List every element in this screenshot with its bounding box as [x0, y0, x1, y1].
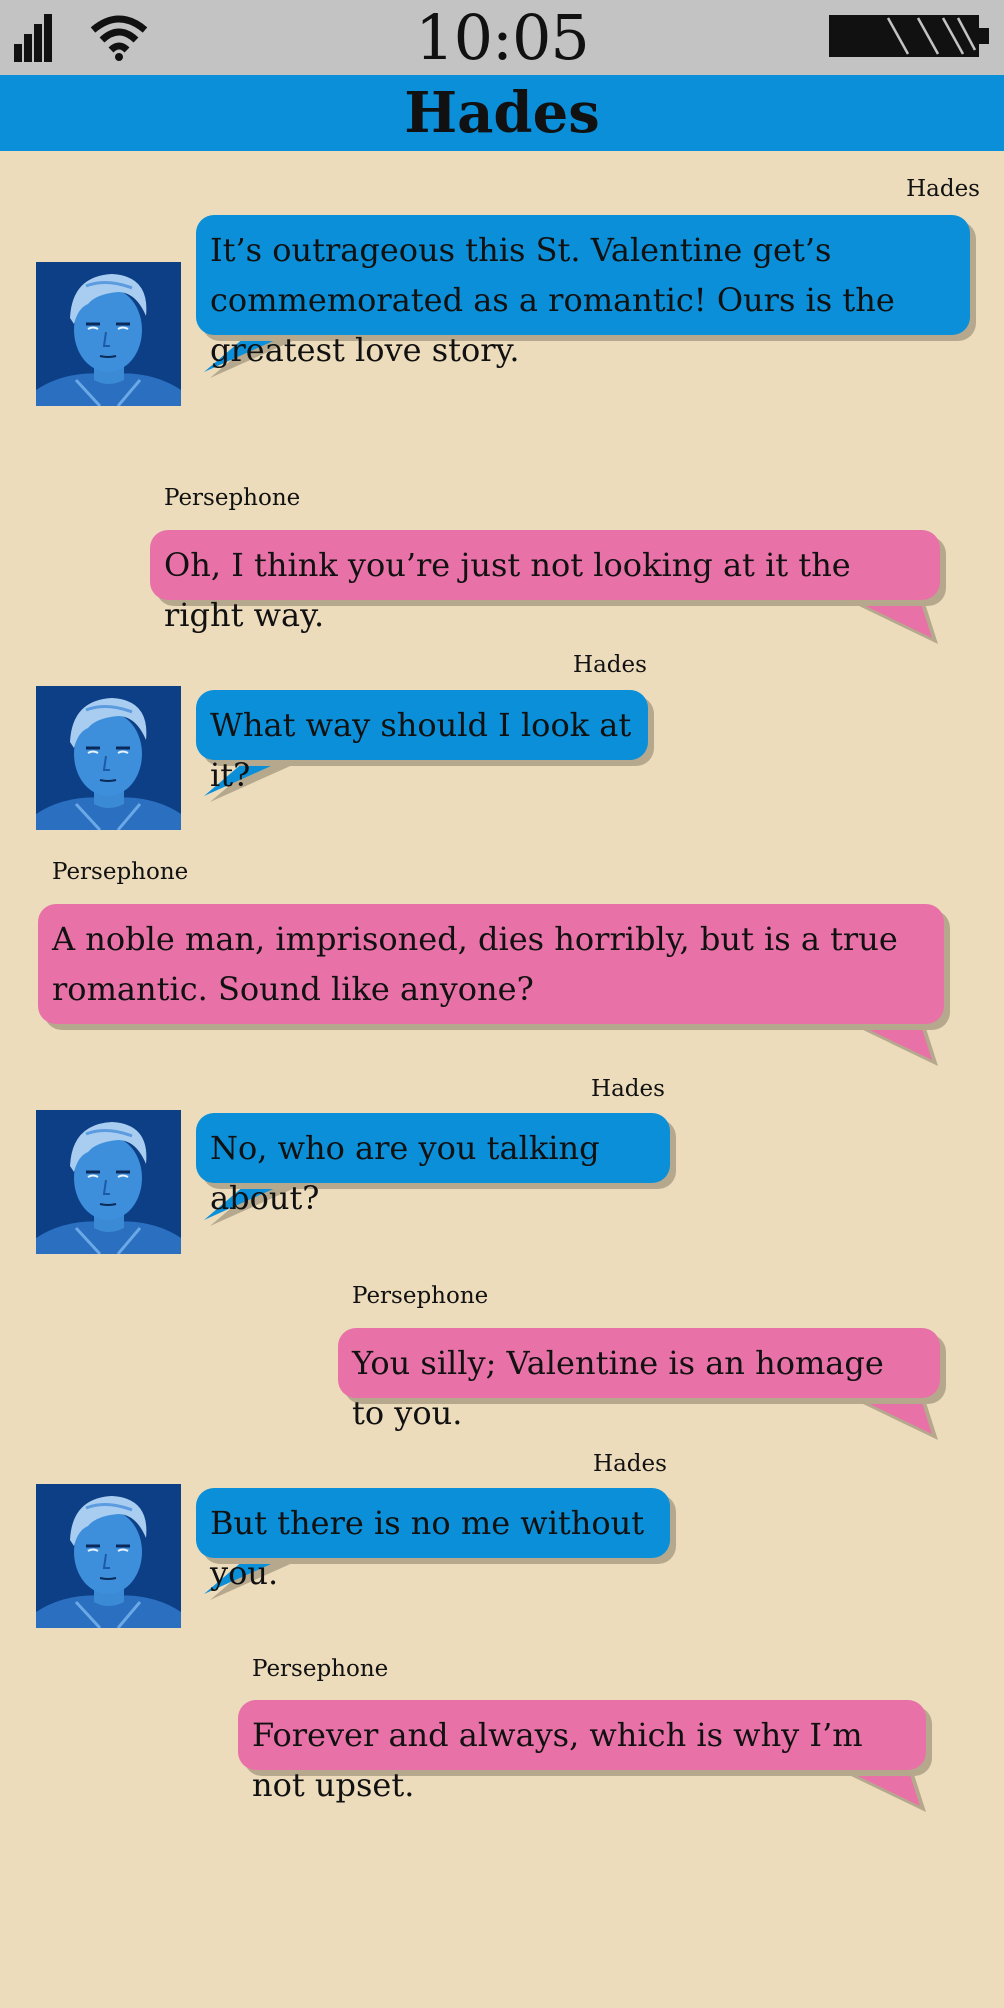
sender-name: Persephone [164, 485, 301, 511]
page-title: Hades [404, 80, 600, 146]
sender-name: Persephone [352, 1283, 489, 1309]
message-bubble-hades[interactable]: It’s outrageous this St. Valentine get’s… [196, 215, 970, 369]
sender-name: Hades [573, 652, 647, 678]
message-bubble-hades[interactable]: But there is no me without you. [196, 1488, 670, 1592]
status-bar: 10:05 [0, 0, 1004, 75]
sender-name: Persephone [52, 859, 189, 885]
sender-name: Persephone [252, 1656, 389, 1682]
message-bubble-persephone[interactable]: A noble man, imprisoned, dies horribly, … [38, 904, 944, 1024]
message-bubble-persephone[interactable]: Oh, I think you’re just not looking at i… [150, 530, 940, 634]
sender-name: Hades [593, 1451, 667, 1477]
hades-avatar[interactable] [36, 1484, 181, 1628]
hades-avatar[interactable] [36, 1110, 181, 1254]
message-bubble-persephone[interactable]: You silly; Valentine is an homage to you… [338, 1328, 940, 1432]
hades-avatar[interactable] [36, 686, 181, 830]
battery-icon [829, 15, 989, 57]
message-bubble-hades[interactable]: No, who are you talking about? [196, 1113, 670, 1217]
chat-header: Hades [0, 75, 1004, 151]
message-bubble-hades[interactable]: What way should I look at it? [196, 690, 648, 794]
hades-avatar[interactable] [36, 262, 181, 406]
sender-name: Hades [906, 176, 980, 202]
sender-name: Hades [591, 1076, 665, 1102]
message-bubble-persephone[interactable]: Forever and always, which is why I’m not… [238, 1700, 926, 1804]
